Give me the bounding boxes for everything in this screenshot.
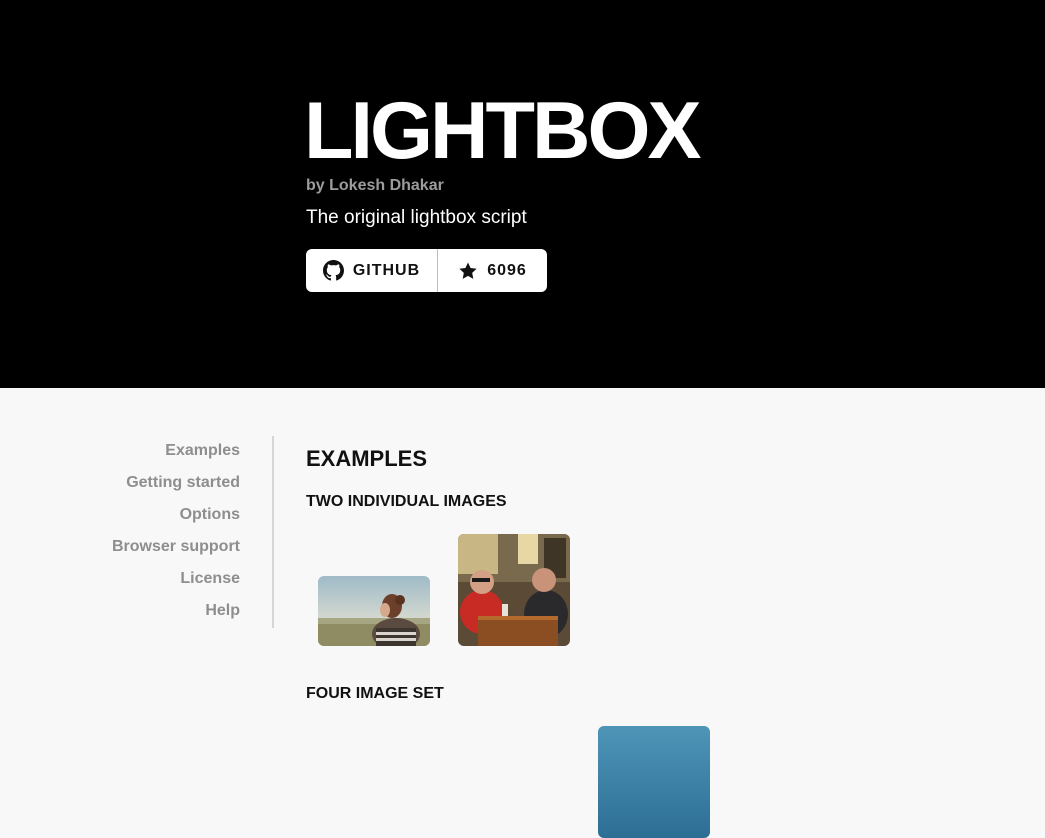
star-icon <box>459 262 477 279</box>
tagline: The original lightbox script <box>306 207 527 228</box>
author-byline: by Lokesh Dhakar <box>306 177 444 194</box>
thumbnail-set-image[interactable] <box>598 726 710 838</box>
nav-item-license[interactable]: License <box>180 570 240 588</box>
github-icon <box>322 260 344 281</box>
examples-heading: EXAMPLES <box>306 446 428 471</box>
nav-item-browser-support[interactable]: Browser support <box>112 538 240 556</box>
sidebar-nav: Examples Getting started Options Browser… <box>80 436 274 628</box>
site-title: LIGHTBOX <box>304 86 701 176</box>
thumbnail-woman-landscape[interactable] <box>318 576 430 646</box>
github-label: GITHUB <box>352 261 421 279</box>
nav-item-help[interactable]: Help <box>205 602 240 620</box>
hero-header: LIGHTBOX by Lokesh Dhakar The original l… <box>0 0 1045 388</box>
nav-item-examples[interactable]: Examples <box>165 442 240 460</box>
stars-count: 6096 <box>487 261 527 279</box>
github-button-group: GITHUB 6096 <box>306 249 547 292</box>
nav-item-getting-started[interactable]: Getting started <box>126 474 240 492</box>
nav-item-options[interactable]: Options <box>180 506 240 524</box>
thumbnail-two-men-cafe[interactable] <box>458 534 570 646</box>
stars-button[interactable]: 6096 <box>438 249 547 292</box>
github-button[interactable]: GITHUB <box>306 249 438 292</box>
four-image-set-heading: FOUR IMAGE SET <box>306 685 444 702</box>
two-images-heading: TWO INDIVIDUAL IMAGES <box>306 493 507 510</box>
